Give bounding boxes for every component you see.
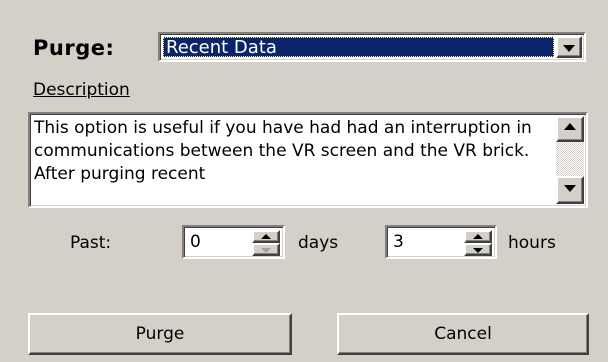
description-heading: Description	[33, 80, 130, 100]
scroll-up-icon	[564, 123, 576, 130]
purge-button[interactable]: Purge	[28, 313, 292, 355]
past-label: Past:	[70, 233, 112, 253]
days-unit-label: days	[298, 233, 339, 253]
description-scrollbar[interactable]	[556, 116, 584, 204]
days-increment-button[interactable]	[252, 230, 280, 243]
hours-unit-label: hours	[508, 233, 556, 253]
days-spin-buttons[interactable]	[252, 230, 280, 256]
hours-increment-button[interactable]	[464, 230, 492, 243]
hours-spin-buttons[interactable]	[464, 230, 492, 256]
days-decrement-button[interactable]	[252, 243, 280, 256]
description-textbox[interactable]: This option is useful if you have had ha…	[28, 112, 588, 208]
scroll-down-button[interactable]	[556, 176, 584, 204]
description-text: This option is useful if you have had ha…	[34, 118, 532, 184]
hours-decrement-button[interactable]	[464, 243, 492, 256]
purge-label: Purge:	[33, 36, 115, 60]
spin-up-icon	[261, 234, 271, 239]
days-input[interactable]: 0	[190, 232, 201, 252]
spin-down-icon	[261, 248, 271, 253]
days-stepper[interactable]: 0	[182, 225, 285, 259]
spin-down-icon	[473, 248, 483, 253]
purge-type-select[interactable]: Recent Data	[158, 32, 586, 62]
hours-input[interactable]: 3	[393, 232, 404, 252]
scroll-down-icon	[564, 185, 576, 192]
purge-type-dropdown-button[interactable]	[556, 36, 582, 58]
hours-stepper[interactable]: 3	[385, 225, 497, 259]
cancel-button[interactable]: Cancel	[337, 313, 589, 355]
purge-dialog: Purge: Recent Data Description This opti…	[0, 0, 608, 362]
chevron-down-icon	[563, 45, 575, 52]
scroll-up-button[interactable]	[556, 116, 584, 142]
purge-type-selected-value[interactable]: Recent Data	[163, 37, 554, 58]
spin-up-icon	[473, 234, 483, 239]
scrollbar-track[interactable]	[556, 142, 584, 176]
